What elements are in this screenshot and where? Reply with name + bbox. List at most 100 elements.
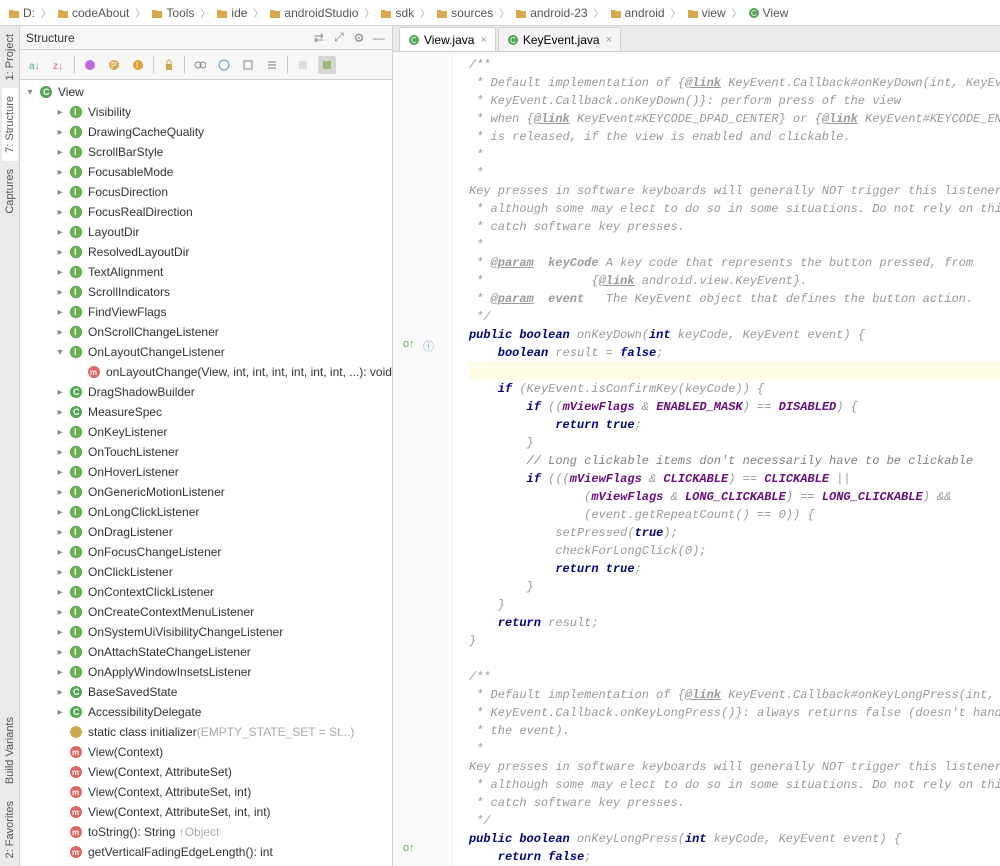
tree-item[interactable]: mgetVerticalFadingEdgeLength(): int — [20, 842, 392, 862]
tree-item[interactable]: ▸IOnClickListener — [20, 562, 392, 582]
tree-item[interactable]: ▸IOnFocusChangeListener — [20, 542, 392, 562]
tree-item[interactable]: monLayoutChange(View, int, int, int, int… — [20, 362, 392, 382]
tree-item[interactable]: static class initializer(EMPTY_STATE_SET… — [20, 722, 392, 742]
tree-item[interactable]: ▸IOnCreateContextMenuListener — [20, 602, 392, 622]
expand-all-icon[interactable]: ⤢ — [332, 31, 346, 45]
gear-icon[interactable]: ⚙ — [352, 31, 366, 45]
tree-item[interactable]: ▸IOnContextClickListener — [20, 582, 392, 602]
tree-item[interactable]: ▸ITextAlignment — [20, 262, 392, 282]
breadcrumb-item[interactable]: sdk — [378, 6, 416, 20]
tree-item[interactable]: mtoString(): String ↑Object — [20, 822, 392, 842]
filter-inherited-icon[interactable]: I — [129, 56, 147, 74]
sort-visibility-icon[interactable]: z↓ — [50, 56, 68, 74]
tree-item[interactable]: ▸IDrawingCacheQuality — [20, 122, 392, 142]
structure-tree[interactable]: ▾ C View ▸IVisibility▸IDrawingCacheQuali… — [20, 80, 392, 866]
tree-root[interactable]: ▾ C View — [20, 82, 392, 102]
tree-item[interactable]: ▸IFocusDirection — [20, 182, 392, 202]
tree-item[interactable]: ▸IFocusRealDirection — [20, 202, 392, 222]
tree-item[interactable]: ▸IOnScrollChangeListener — [20, 322, 392, 342]
editor-tab[interactable]: CKeyEvent.java× — [498, 27, 621, 51]
expand-toggle[interactable]: ▸ — [54, 447, 66, 458]
breadcrumb-item[interactable]: CView — [746, 6, 791, 20]
filter-properties-icon[interactable]: P — [105, 56, 123, 74]
expand-toggle[interactable]: ▾ — [54, 347, 66, 358]
expand-toggle[interactable]: ▸ — [54, 247, 66, 258]
show-fields2-icon[interactable] — [263, 56, 281, 74]
tree-item[interactable]: ▸CDragShadowBuilder — [20, 382, 392, 402]
tree-item[interactable]: ▸IOnGenericMotionListener — [20, 482, 392, 502]
autoscroll-to-icon[interactable] — [294, 56, 312, 74]
tree-item[interactable]: ▸IOnDragListener — [20, 522, 392, 542]
expand-toggle[interactable]: ▸ — [54, 547, 66, 558]
override-icon[interactable]: o↑ — [403, 842, 415, 854]
tree-item[interactable]: ▸CBaseSavedState — [20, 682, 392, 702]
tree-item[interactable]: ▸IVisibility — [20, 102, 392, 122]
tree-item[interactable]: mView(Context) — [20, 742, 392, 762]
breadcrumb-item[interactable]: Tools — [149, 6, 196, 20]
tree-item[interactable]: ▸IOnAttachStateChangeListener — [20, 642, 392, 662]
expand-toggle[interactable]: ▸ — [54, 207, 66, 218]
scroll-from-source-icon[interactable]: ⇄ — [312, 31, 326, 45]
breadcrumb-item[interactable]: D: — [6, 6, 37, 20]
tree-item[interactable]: ▸CMeasureSpec — [20, 402, 392, 422]
tree-item[interactable]: ▸IFocusableMode — [20, 162, 392, 182]
side-tab-captures[interactable]: Captures — [2, 161, 18, 222]
code-editor[interactable]: /** * Default implementation of {@link K… — [453, 52, 1000, 866]
breadcrumb-item[interactable]: codeAbout — [55, 6, 131, 20]
tree-item[interactable]: ▸IOnApplyWindowInsetsListener — [20, 662, 392, 682]
close-icon[interactable]: × — [606, 34, 612, 46]
tree-item[interactable]: ▸IResolvedLayoutDir — [20, 242, 392, 262]
expand-toggle[interactable]: ▸ — [54, 527, 66, 538]
expand-toggle[interactable]: ▸ — [54, 627, 66, 638]
breadcrumb-item[interactable]: view — [685, 6, 728, 20]
expand-toggle[interactable]: ▸ — [54, 707, 66, 718]
filter-lock-icon[interactable] — [160, 56, 178, 74]
tree-item[interactable]: ▸IOnHoverListener — [20, 462, 392, 482]
override-icon[interactable]: o↑ — [403, 338, 415, 350]
expand-toggle[interactable]: ▸ — [54, 587, 66, 598]
autoscroll-from-icon[interactable] — [318, 56, 336, 74]
expand-toggle[interactable]: ▸ — [54, 287, 66, 298]
expand-toggle[interactable]: ▸ — [54, 667, 66, 678]
side-tab-project[interactable]: 1: Project — [2, 26, 18, 88]
expand-toggle[interactable]: ▸ — [54, 307, 66, 318]
filter-fields-icon[interactable] — [81, 56, 99, 74]
expand-toggle[interactable]: ▸ — [54, 167, 66, 178]
expand-toggle[interactable]: ▸ — [54, 607, 66, 618]
expand-toggle[interactable]: ▸ — [54, 407, 66, 418]
expand-toggle[interactable]: ▸ — [54, 187, 66, 198]
tree-item[interactable]: ▸IScrollBarStyle — [20, 142, 392, 162]
tree-item[interactable]: ▸IOnKeyListener — [20, 422, 392, 442]
expand-toggle[interactable]: ▸ — [54, 507, 66, 518]
tree-item[interactable]: ▸IOnLongClickListener — [20, 502, 392, 522]
expand-toggle[interactable]: ▸ — [54, 327, 66, 338]
breadcrumb-item[interactable]: android-23 — [513, 6, 589, 20]
tree-item[interactable]: mView(Context, AttributeSet, int, int) — [20, 802, 392, 822]
expand-toggle[interactable]: ▸ — [54, 147, 66, 158]
tree-item[interactable]: mView(Context, AttributeSet, int) — [20, 782, 392, 802]
breadcrumb-item[interactable]: sources — [434, 6, 495, 20]
show-lambda-icon[interactable] — [215, 56, 233, 74]
tree-item[interactable]: ▸CAccessibilityDelegate — [20, 702, 392, 722]
breadcrumb-item[interactable]: android — [608, 6, 667, 20]
tree-item[interactable]: mView(Context, AttributeSet) — [20, 762, 392, 782]
implements-icon[interactable]: ⓘ — [423, 338, 434, 354]
expand-toggle[interactable]: ▸ — [54, 487, 66, 498]
hide-icon[interactable]: — — [372, 31, 386, 45]
expand-toggle[interactable]: ▸ — [54, 107, 66, 118]
expand-toggle[interactable]: ▸ — [54, 687, 66, 698]
side-tab-build-variants[interactable]: Build Variants — [2, 709, 18, 792]
tree-item[interactable]: ▸IFindViewFlags — [20, 302, 392, 322]
show-methods-icon[interactable] — [239, 56, 257, 74]
sort-alpha-icon[interactable]: a↓ — [26, 56, 44, 74]
tree-item[interactable]: ▸IOnSystemUiVisibilityChangeListener — [20, 622, 392, 642]
expand-toggle[interactable]: ▸ — [54, 227, 66, 238]
breadcrumb-item[interactable]: androidStudio — [267, 6, 360, 20]
side-tab-favorites[interactable]: 2: Favorites — [2, 793, 18, 866]
show-anonymous-icon[interactable] — [191, 56, 209, 74]
expand-toggle[interactable]: ▸ — [54, 647, 66, 658]
tree-item[interactable]: ▸IScrollIndicators — [20, 282, 392, 302]
expand-toggle[interactable]: ▸ — [54, 127, 66, 138]
breadcrumb-item[interactable]: ide — [214, 6, 249, 20]
tree-item[interactable]: ▾IOnLayoutChangeListener — [20, 342, 392, 362]
